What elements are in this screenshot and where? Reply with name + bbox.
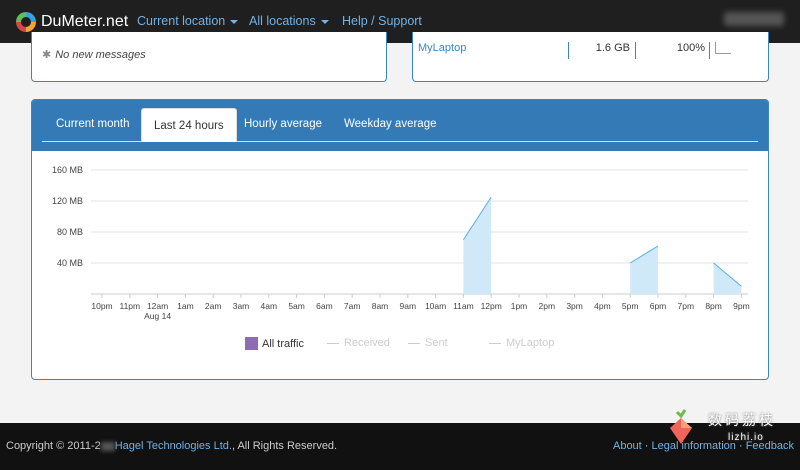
x-tick-label: 10pm [91, 301, 112, 311]
nav-all-locations[interactable]: All locations [249, 14, 329, 28]
messages-panel: ✱ No new messages [31, 32, 387, 82]
x-tick-label: 9pm [733, 301, 750, 311]
x-tick-label: 6am [316, 301, 333, 311]
legend-mylaptop[interactable]: MyLaptop [489, 337, 554, 349]
nav-current-location[interactable]: Current location [137, 14, 239, 28]
dumeter-logo-icon [16, 11, 36, 32]
legend-received[interactable]: Received [327, 337, 390, 349]
chart-tabbar: Current month Last 24 hours Hourly avera… [32, 100, 768, 151]
x-tick-label: 6pm [650, 301, 667, 311]
watermark-en: lizhi.io [728, 432, 764, 443]
y-tick-label: 80 MB [57, 227, 83, 237]
site-watermark: 数码荔枝 lizhi.io [668, 406, 798, 452]
traffic-area [463, 197, 492, 294]
x-tick-label: 4am [261, 301, 278, 311]
company-link[interactable]: Hagel Technologies Ltd. [115, 440, 232, 452]
traffic-chart: 40 MB 80 MB 120 MB 160 MB 10pm 11pm 12am 1am 2am… [52, 165, 750, 321]
y-tick-label: 160 MB [52, 165, 83, 175]
chevron-down-icon [230, 19, 239, 24]
x-tick-label: 10am [425, 301, 446, 311]
x-tick-label: 5am [288, 301, 305, 311]
legend-all-traffic-swatch [245, 337, 258, 350]
x-tick-label: 3pm [566, 301, 583, 311]
x-tick-label: 2am [205, 301, 222, 311]
about-link[interactable]: About [613, 440, 642, 452]
x-tick-label: 12pm [481, 301, 502, 311]
x-tick-label: 7pm [678, 301, 695, 311]
x-tick-label: 12am [147, 301, 168, 311]
x-tick-label: 8pm [705, 301, 722, 311]
x-tick-label: 5pm [622, 301, 639, 311]
traffic-area [713, 263, 742, 294]
brand-name: DuMeter.net [41, 12, 129, 30]
asterisk-icon: ✱ [42, 49, 52, 61]
x-tick-label: 11pm [119, 301, 140, 311]
x-date-label: Aug 14 [144, 311, 171, 321]
legend-sent[interactable]: Sent [408, 337, 448, 349]
tab-current-month[interactable]: Current month [56, 118, 130, 130]
watermark-cn: 数码荔枝 [708, 413, 776, 429]
tab-last-24-hours[interactable]: Last 24 hours [141, 108, 237, 142]
nav-help-support[interactable]: Help / Support [342, 14, 422, 28]
tab-hourly-average[interactable]: Hourly average [244, 118, 322, 130]
x-tick-label: 2pm [539, 301, 556, 311]
device-mini-chart [715, 42, 731, 54]
x-tick-label: 1pm [511, 301, 528, 311]
x-tick-label: 9am [400, 301, 417, 311]
copyright-text: Copyright © 2011-2 Hagel Technologies Ltd… [6, 440, 338, 452]
lychee-logo-icon [670, 409, 692, 444]
device-size: 1.6 GB [568, 42, 636, 59]
traffic-area [630, 245, 658, 294]
y-tick-label: 40 MB [57, 258, 83, 268]
x-tick-label: 8am [372, 301, 389, 311]
chevron-down-icon [320, 19, 329, 24]
blurred-year [100, 441, 115, 451]
x-tick-label: 7am [344, 301, 361, 311]
y-tick-label: 120 MB [52, 196, 83, 206]
tab-weekday-average[interactable]: Weekday average [344, 118, 436, 130]
user-menu-blurred[interactable] [724, 12, 784, 26]
messages-text: ✱ No new messages [42, 49, 146, 61]
x-tick-label: 4pm [594, 301, 611, 311]
x-tick-label: 11am [453, 301, 474, 311]
legend-mylaptop-line [489, 342, 501, 344]
legend-all-traffic[interactable]: All traffic [245, 337, 304, 350]
x-tick-label: 3am [233, 301, 250, 311]
x-tick-label: 1am [177, 301, 194, 311]
legend-received-line [327, 342, 339, 344]
device-link[interactable]: MyLaptop [418, 42, 466, 54]
devices-panel: MyLaptop 1.6 GB 100% [412, 32, 769, 82]
device-percent: 100% [638, 42, 710, 59]
brand-logo[interactable]: DuMeter.net [16, 11, 129, 32]
legend-sent-line [408, 342, 420, 344]
